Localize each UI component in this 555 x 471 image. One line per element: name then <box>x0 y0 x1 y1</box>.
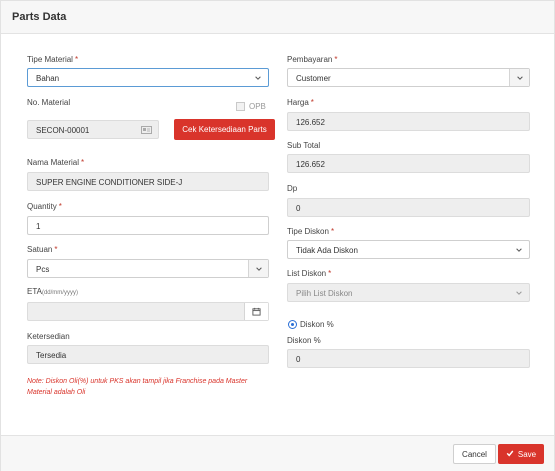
opb-label: OPB <box>249 102 266 111</box>
parts-data-modal: Parts Data Tipe Material * Bahan No. Mate… <box>0 0 555 471</box>
calendar-icon[interactable] <box>244 303 268 320</box>
eta-label: ETA(dd/mm/yyyy) <box>27 287 78 296</box>
chevron-down-icon <box>509 241 529 258</box>
pembayaran-select[interactable]: Customer <box>287 68 530 87</box>
no-material-field[interactable]: SECON-00001 <box>27 120 159 139</box>
diskon-note: Note: Diskon Oli(%) untuk PKS akan tampi… <box>27 378 248 396</box>
chevron-down-icon <box>248 260 268 277</box>
chevron-down-icon <box>509 284 529 301</box>
diskon-percent-radio-label: Diskon % <box>300 320 334 329</box>
satuan-label: Satuan * <box>27 245 58 254</box>
no-material-label: No. Material <box>27 98 71 107</box>
list-diskon-label: List Diskon * <box>287 269 332 278</box>
cancel-button[interactable]: Cancel <box>453 444 496 464</box>
cek-ketersediaan-button[interactable]: Cek Ketersediaan Parts <box>174 119 275 140</box>
tipe-diskon-select[interactable]: Tidak Ada Diskon <box>287 240 530 259</box>
dp-field[interactable]: 0 <box>287 198 530 217</box>
quantity-label: Quantity * <box>27 202 62 211</box>
modal-title: Parts Data <box>12 11 67 23</box>
check-icon <box>506 449 514 459</box>
satuan-select[interactable]: Pcs <box>27 259 269 278</box>
diskon-percent-label: Diskon % <box>287 336 321 345</box>
sub-total-field[interactable]: 126.652 <box>287 154 530 173</box>
harga-label: Harga * <box>287 98 314 107</box>
tipe-material-label: Tipe Material * <box>27 55 79 64</box>
harga-field[interactable]: 126.652 <box>287 112 530 131</box>
ketersedian-label: Ketersedian <box>27 332 70 341</box>
pembayaran-label: Pembayaran * <box>287 55 338 64</box>
list-diskon-select[interactable]: Pilih List Diskon <box>287 283 530 302</box>
modal-header: Parts Data <box>1 1 554 34</box>
save-button-label: Save <box>517 449 537 459</box>
id-card-icon <box>141 126 152 136</box>
nama-material-field[interactable]: SUPER ENGINE CONDITIONER SIDE-J <box>27 172 269 191</box>
chevron-down-icon <box>248 69 268 86</box>
diskon-percent-field[interactable]: 0 <box>287 349 530 368</box>
sub-total-label: Sub Total <box>287 141 321 150</box>
diskon-percent-radio[interactable] <box>288 320 297 329</box>
eta-date-input[interactable] <box>27 302 269 321</box>
ketersedian-field[interactable]: Tersedia <box>27 345 269 364</box>
save-button[interactable]: Save <box>498 444 544 464</box>
tipe-material-select[interactable]: Bahan <box>27 68 269 87</box>
tipe-diskon-label: Tipe Diskon * <box>287 227 335 236</box>
nama-material-label: Nama Material * <box>27 158 85 167</box>
quantity-input[interactable]: 1 <box>27 216 269 235</box>
dp-label: Dp <box>287 184 298 193</box>
opb-checkbox[interactable] <box>236 102 245 111</box>
chevron-down-icon <box>509 69 529 86</box>
